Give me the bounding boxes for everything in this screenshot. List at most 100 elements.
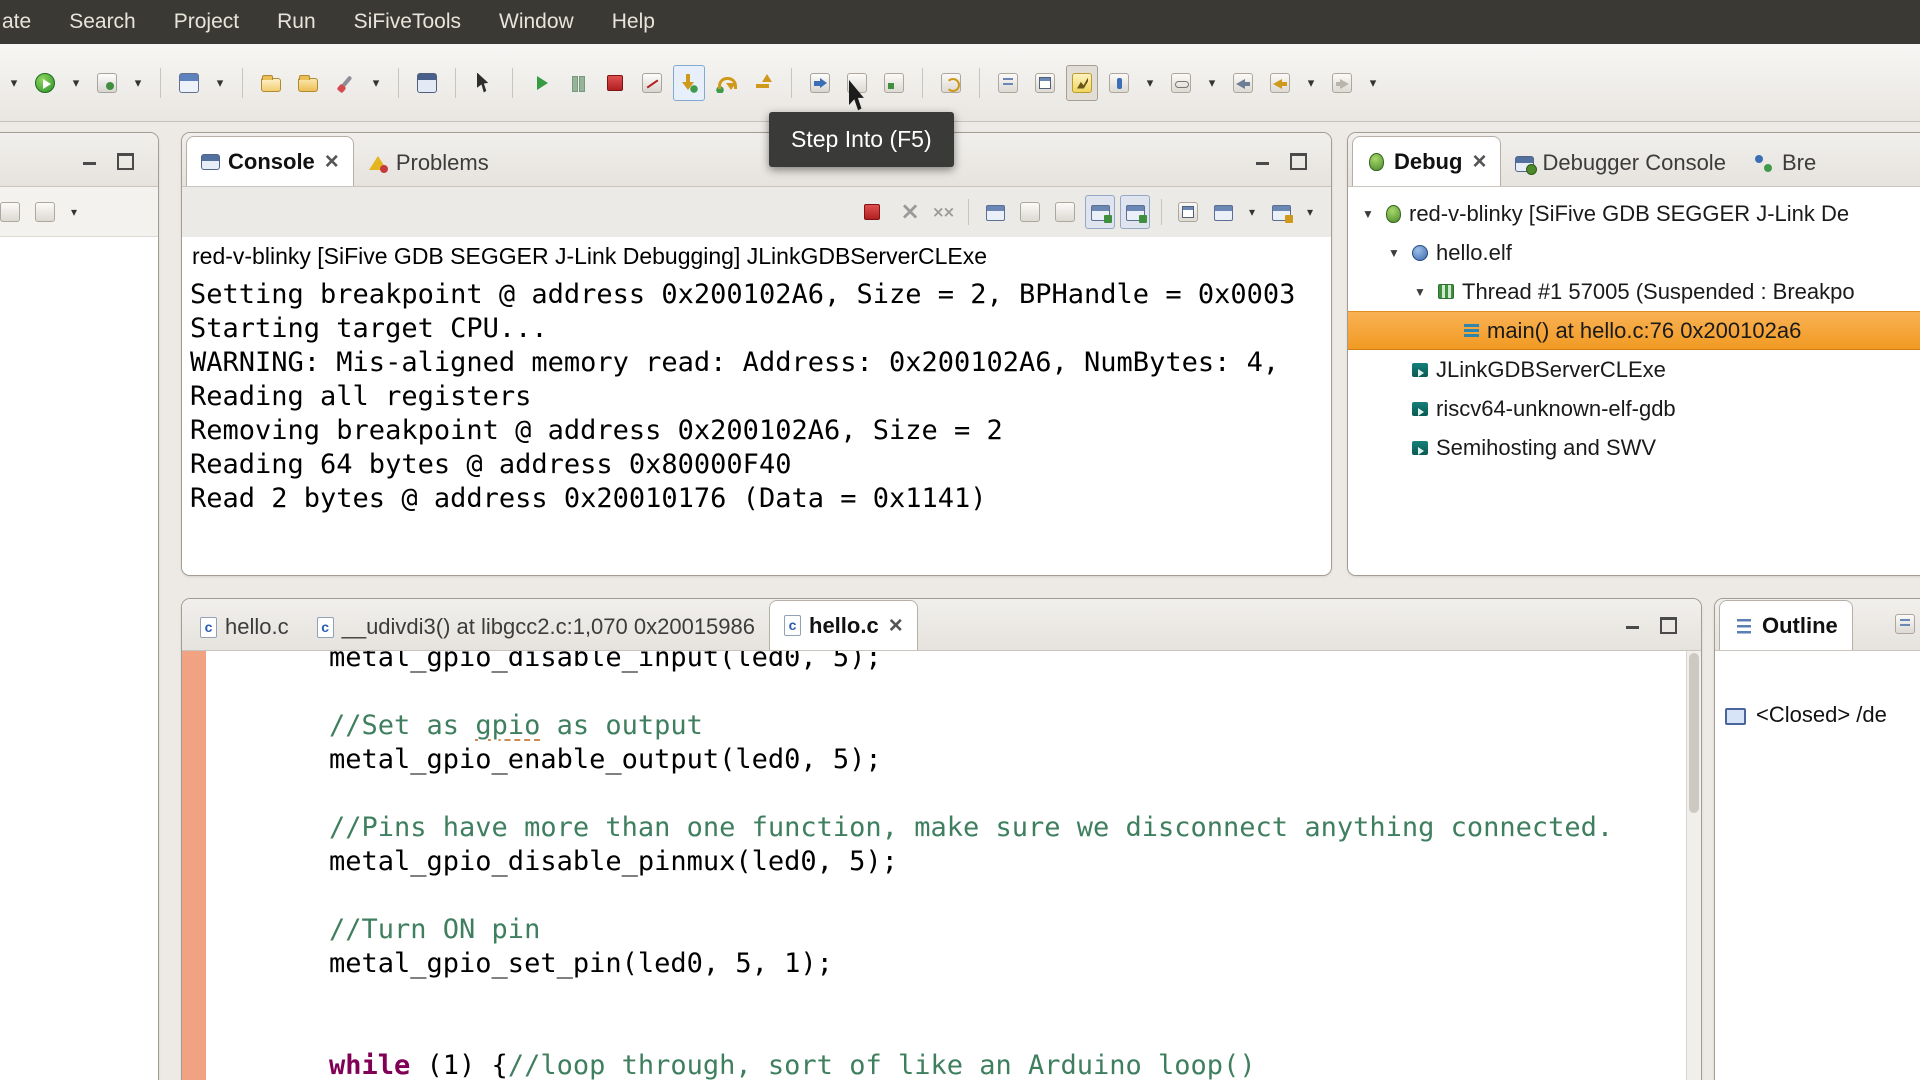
expander-icon[interactable]: ▼ bbox=[1410, 285, 1430, 299]
debug-tab-debug[interactable]: Debug × bbox=[1352, 136, 1502, 186]
profile-button[interactable] bbox=[91, 65, 123, 101]
forward-button[interactable] bbox=[1326, 65, 1358, 101]
maximize-icon[interactable] bbox=[1285, 150, 1309, 170]
menu-item-ate[interactable]: ate bbox=[2, 10, 31, 34]
left-view-tool-1[interactable] bbox=[0, 195, 25, 229]
external-tools-dropdown[interactable]: ▾ bbox=[366, 65, 386, 101]
open-console-dropdown[interactable]: ▾ bbox=[1301, 195, 1319, 229]
instruction-stepping-button[interactable] bbox=[878, 65, 910, 101]
scroll-lock-button[interactable] bbox=[1015, 195, 1045, 229]
show-stdout-button[interactable] bbox=[1085, 195, 1115, 229]
pin-dropdown[interactable]: ▾ bbox=[1140, 65, 1160, 101]
view-menu-icon[interactable] bbox=[1895, 614, 1915, 634]
menu-item-search[interactable]: Search bbox=[69, 10, 136, 34]
expander-icon[interactable]: ▼ bbox=[1358, 207, 1378, 221]
skip-breakpoints-button[interactable] bbox=[804, 65, 836, 101]
display-console-dropdown[interactable]: ▾ bbox=[1243, 195, 1261, 229]
editor-tab-hello-c[interactable]: hello.c bbox=[186, 604, 303, 650]
toolbar-dropdown-1[interactable]: ▾ bbox=[4, 65, 24, 101]
restart-button[interactable] bbox=[935, 65, 967, 101]
outline-tab-outline[interactable]: Outline bbox=[1719, 600, 1853, 650]
debug-tab-bre[interactable]: Bre bbox=[1740, 140, 1830, 186]
editor-tab-udivdi3-at-libgcc2-c-1-070-0x20015986[interactable]: __udivdi3() at libgcc2.c:1,070 0x2001598… bbox=[303, 604, 769, 650]
left-panel-content bbox=[0, 237, 158, 1080]
suspend-button[interactable] bbox=[562, 65, 594, 101]
show-stderr-button[interactable] bbox=[1120, 195, 1150, 229]
editor-tab-hello-c[interactable]: hello.c × bbox=[769, 600, 918, 650]
left-view-tool-2[interactable] bbox=[30, 195, 60, 229]
back-dropdown[interactable]: ▾ bbox=[1301, 65, 1321, 101]
menu-item-project[interactable]: Project bbox=[174, 10, 239, 34]
run-button[interactable] bbox=[29, 65, 61, 101]
menu-item-sifivetools[interactable]: SiFiveTools bbox=[354, 10, 461, 34]
open-perspective-button[interactable] bbox=[173, 65, 205, 101]
outline-item[interactable]: <Closed> /de bbox=[1715, 697, 1920, 733]
minimize-icon[interactable] bbox=[1621, 614, 1645, 634]
console-tab-console[interactable]: Console × bbox=[186, 136, 354, 186]
left-view-menu-dropdown[interactable]: ▾ bbox=[65, 195, 83, 229]
back-arrow-icon bbox=[1233, 72, 1253, 93]
perspective-icon bbox=[179, 72, 199, 93]
word-wrap-button[interactable] bbox=[1050, 195, 1080, 229]
step-return-button[interactable] bbox=[747, 65, 779, 101]
display-selected-console-button[interactable] bbox=[1208, 195, 1238, 229]
back-button[interactable] bbox=[1227, 65, 1259, 101]
remove-all-launches-button[interactable] bbox=[927, 195, 957, 229]
new-folder-button[interactable] bbox=[292, 65, 324, 101]
debug-tree-item[interactable]: JLinkGDBServerCLExe bbox=[1348, 350, 1920, 389]
open-console-button[interactable] bbox=[1266, 195, 1296, 229]
process-icon bbox=[1412, 440, 1428, 455]
minimize-icon[interactable] bbox=[78, 150, 102, 170]
link-with-editor-button[interactable] bbox=[1165, 65, 1197, 101]
close-icon[interactable]: × bbox=[1472, 149, 1486, 173]
close-icon[interactable]: × bbox=[325, 149, 339, 173]
step-into-button[interactable] bbox=[673, 64, 705, 101]
open-console-new-view-button[interactable] bbox=[1173, 195, 1203, 229]
terminate-process-button[interactable] bbox=[857, 195, 887, 229]
code-line: //Turn ON pin bbox=[329, 913, 1686, 947]
disconnect-button[interactable] bbox=[636, 65, 668, 101]
external-tools-button[interactable] bbox=[329, 65, 361, 101]
console-content[interactable]: red-v-blinky [SiFive GDB SEGGER J-Link D… bbox=[182, 237, 1331, 575]
open-project-button[interactable] bbox=[255, 65, 287, 101]
resume-button[interactable] bbox=[525, 65, 557, 101]
forward-dropdown[interactable]: ▾ bbox=[1363, 65, 1383, 101]
debug-tree-item[interactable]: ▼ red-v-blinky [SiFive GDB SEGGER J-Link … bbox=[1348, 194, 1920, 233]
debug-tree-item[interactable]: ▼ Thread #1 57005 (Suspended : Breakpo bbox=[1348, 272, 1920, 311]
menu-item-run[interactable]: Run bbox=[277, 10, 316, 34]
menu-item-window[interactable]: Window bbox=[499, 10, 574, 34]
trace-compass-button[interactable] bbox=[1066, 64, 1098, 101]
link-dropdown[interactable]: ▾ bbox=[1202, 65, 1222, 101]
debug-tree-item-selected[interactable]: main() at hello.c:76 0x200102a6 bbox=[1348, 311, 1920, 350]
code-area[interactable]: metal_gpio_disable_input(led0, 5); //Set… bbox=[206, 651, 1686, 1080]
editor-scrollbar[interactable] bbox=[1686, 651, 1701, 1080]
toolbar-separator bbox=[242, 67, 243, 98]
new-window-button[interactable] bbox=[1029, 65, 1061, 101]
last-edit-location-button[interactable] bbox=[1264, 65, 1296, 101]
perspective-dropdown[interactable]: ▾ bbox=[210, 65, 230, 101]
debug-tree-item[interactable]: ▼ hello.elf bbox=[1348, 233, 1920, 272]
maximize-icon[interactable] bbox=[112, 150, 136, 170]
clear-console-button[interactable] bbox=[980, 195, 1010, 229]
close-icon[interactable]: × bbox=[889, 613, 903, 637]
step-over-button[interactable] bbox=[710, 65, 742, 101]
debug-tab-debugger-console[interactable]: Debugger Console bbox=[1501, 140, 1739, 186]
remove-launch-button[interactable] bbox=[892, 195, 922, 229]
minimize-icon[interactable] bbox=[1251, 150, 1275, 170]
open-console-icon bbox=[1271, 205, 1293, 223]
open-console-view-button[interactable] bbox=[411, 65, 443, 101]
debug-tree-item[interactable]: riscv64-unknown-elf-gdb bbox=[1348, 389, 1920, 428]
run-dropdown[interactable]: ▾ bbox=[66, 65, 86, 101]
scrollbar-thumb[interactable] bbox=[1689, 653, 1699, 813]
menu-item-help[interactable]: Help bbox=[612, 10, 655, 34]
profile-dropdown[interactable]: ▾ bbox=[128, 65, 148, 101]
maximize-icon[interactable] bbox=[1655, 614, 1679, 634]
launch-history-button[interactable] bbox=[992, 65, 1024, 101]
terminate-button[interactable] bbox=[599, 65, 631, 101]
console-tab-problems[interactable]: Problems bbox=[354, 140, 503, 186]
expander-icon[interactable]: ▼ bbox=[1384, 246, 1404, 260]
pointer-mode-button[interactable] bbox=[468, 65, 500, 101]
pin-editor-button[interactable] bbox=[1103, 65, 1135, 101]
debug-tree-item[interactable]: Semihosting and SWV bbox=[1348, 428, 1920, 467]
